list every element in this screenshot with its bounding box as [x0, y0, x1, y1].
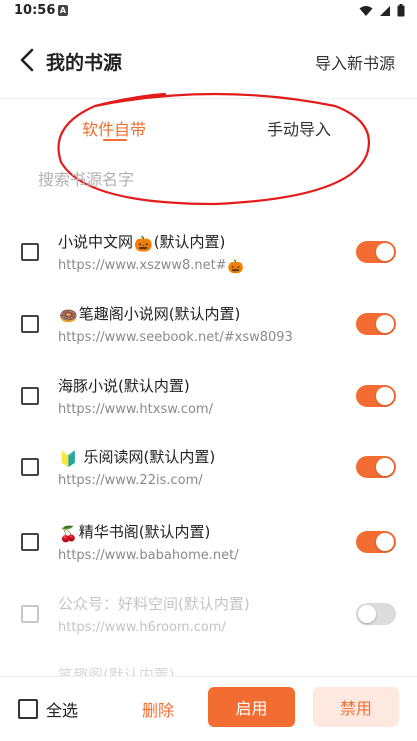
- toggle-knob: [376, 243, 394, 261]
- import-new-source-button[interactable]: 导入新书源: [315, 50, 395, 74]
- source-toggle[interactable]: [356, 456, 396, 478]
- beginner-badge-icon: 🔰: [59, 450, 78, 468]
- source-toggle[interactable]: [356, 241, 396, 263]
- delete-button[interactable]: 删除: [142, 697, 174, 721]
- source-row[interactable]: 🍒精华书阁(默认内置) https://www.babahome.net/: [0, 508, 417, 578]
- source-url: https://www.xszww8.net#🎃: [58, 258, 244, 275]
- back-arrow-icon: [20, 48, 34, 72]
- source-row[interactable]: 🔰 乐阅读网(默认内置) https://www.22is.com/: [0, 433, 417, 503]
- status-icons: [359, 4, 405, 17]
- source-toggle[interactable]: [356, 385, 396, 407]
- source-row[interactable]: 海豚小说(默认内置) https://www.htxsw.com/: [0, 362, 417, 432]
- source-toggle[interactable]: [356, 531, 396, 553]
- source-row[interactable]: 公众号：好料空间(默认内置) https://www.h6room.com/: [0, 580, 417, 650]
- toggle-knob: [376, 315, 394, 333]
- tab-manual-import[interactable]: 手动导入: [267, 116, 331, 140]
- active-tab-indicator: [103, 139, 127, 141]
- toggle-knob: [376, 533, 394, 551]
- source-url: https://www.h6room.com/: [58, 620, 226, 635]
- status-bar: 10:56 A: [0, 0, 417, 24]
- tab-builtin[interactable]: 软件自带: [82, 116, 146, 140]
- notification-icon: A: [58, 5, 68, 16]
- select-all-checkbox[interactable]: [18, 699, 38, 719]
- back-button[interactable]: [14, 46, 42, 74]
- pumpkin-icon: 🎃: [134, 235, 153, 253]
- source-name: 🍒精华书阁(默认内置): [59, 523, 211, 543]
- bottom-action-bar: 全选 删除 启用 禁用: [0, 676, 417, 741]
- source-name: 海豚小说(默认内置): [58, 377, 190, 395]
- source-name: 🍩笔趣阁小说网(默认内置): [59, 305, 241, 325]
- source-row[interactable]: 小说中文网🎃(默认内置) https://www.xszww8.net#🎃: [0, 218, 417, 288]
- source-url: https://www.seebook.net/#xsw8093: [58, 330, 293, 345]
- search-input[interactable]: [38, 166, 378, 192]
- status-time: 10:56: [14, 3, 56, 18]
- source-url: https://www.babahome.net/: [58, 548, 239, 563]
- pumpkin-icon: 🎃: [227, 260, 244, 275]
- source-toggle[interactable]: [356, 603, 396, 625]
- battery-icon: [397, 4, 405, 17]
- wifi-icon: [359, 5, 373, 16]
- select-all-label: 全选: [46, 701, 79, 720]
- source-checkbox[interactable]: [21, 605, 39, 623]
- donut-icon: 🍩: [59, 307, 78, 325]
- header-divider: [0, 98, 417, 99]
- page-title: 我的书源: [46, 52, 123, 74]
- signal-icon: [380, 5, 390, 16]
- toggle-knob: [358, 605, 376, 623]
- toggle-knob: [376, 387, 394, 405]
- select-all-control[interactable]: 全选: [18, 697, 78, 721]
- cherry-icon: 🍒: [59, 525, 78, 543]
- source-checkbox[interactable]: [21, 387, 39, 405]
- disable-button[interactable]: 禁用: [313, 687, 399, 727]
- source-url: https://www.htxsw.com/: [58, 402, 213, 417]
- source-url: https://www.22is.com/: [58, 473, 203, 488]
- enable-button[interactable]: 启用: [208, 687, 295, 727]
- source-row[interactable]: 🍩笔趣阁小说网(默认内置) https://www.seebook.net/#x…: [0, 290, 417, 360]
- source-checkbox[interactable]: [21, 533, 39, 551]
- source-name: 小说中文网🎃(默认内置): [58, 233, 226, 253]
- source-checkbox[interactable]: [21, 315, 39, 333]
- source-checkbox[interactable]: [21, 458, 39, 476]
- source-name: 公众号：好料空间(默认内置): [58, 595, 250, 613]
- source-name: 🔰 乐阅读网(默认内置): [59, 448, 216, 468]
- app-header: 我的书源 导入新书源: [0, 36, 417, 84]
- source-checkbox[interactable]: [21, 243, 39, 261]
- source-toggle[interactable]: [356, 313, 396, 335]
- toggle-knob: [376, 458, 394, 476]
